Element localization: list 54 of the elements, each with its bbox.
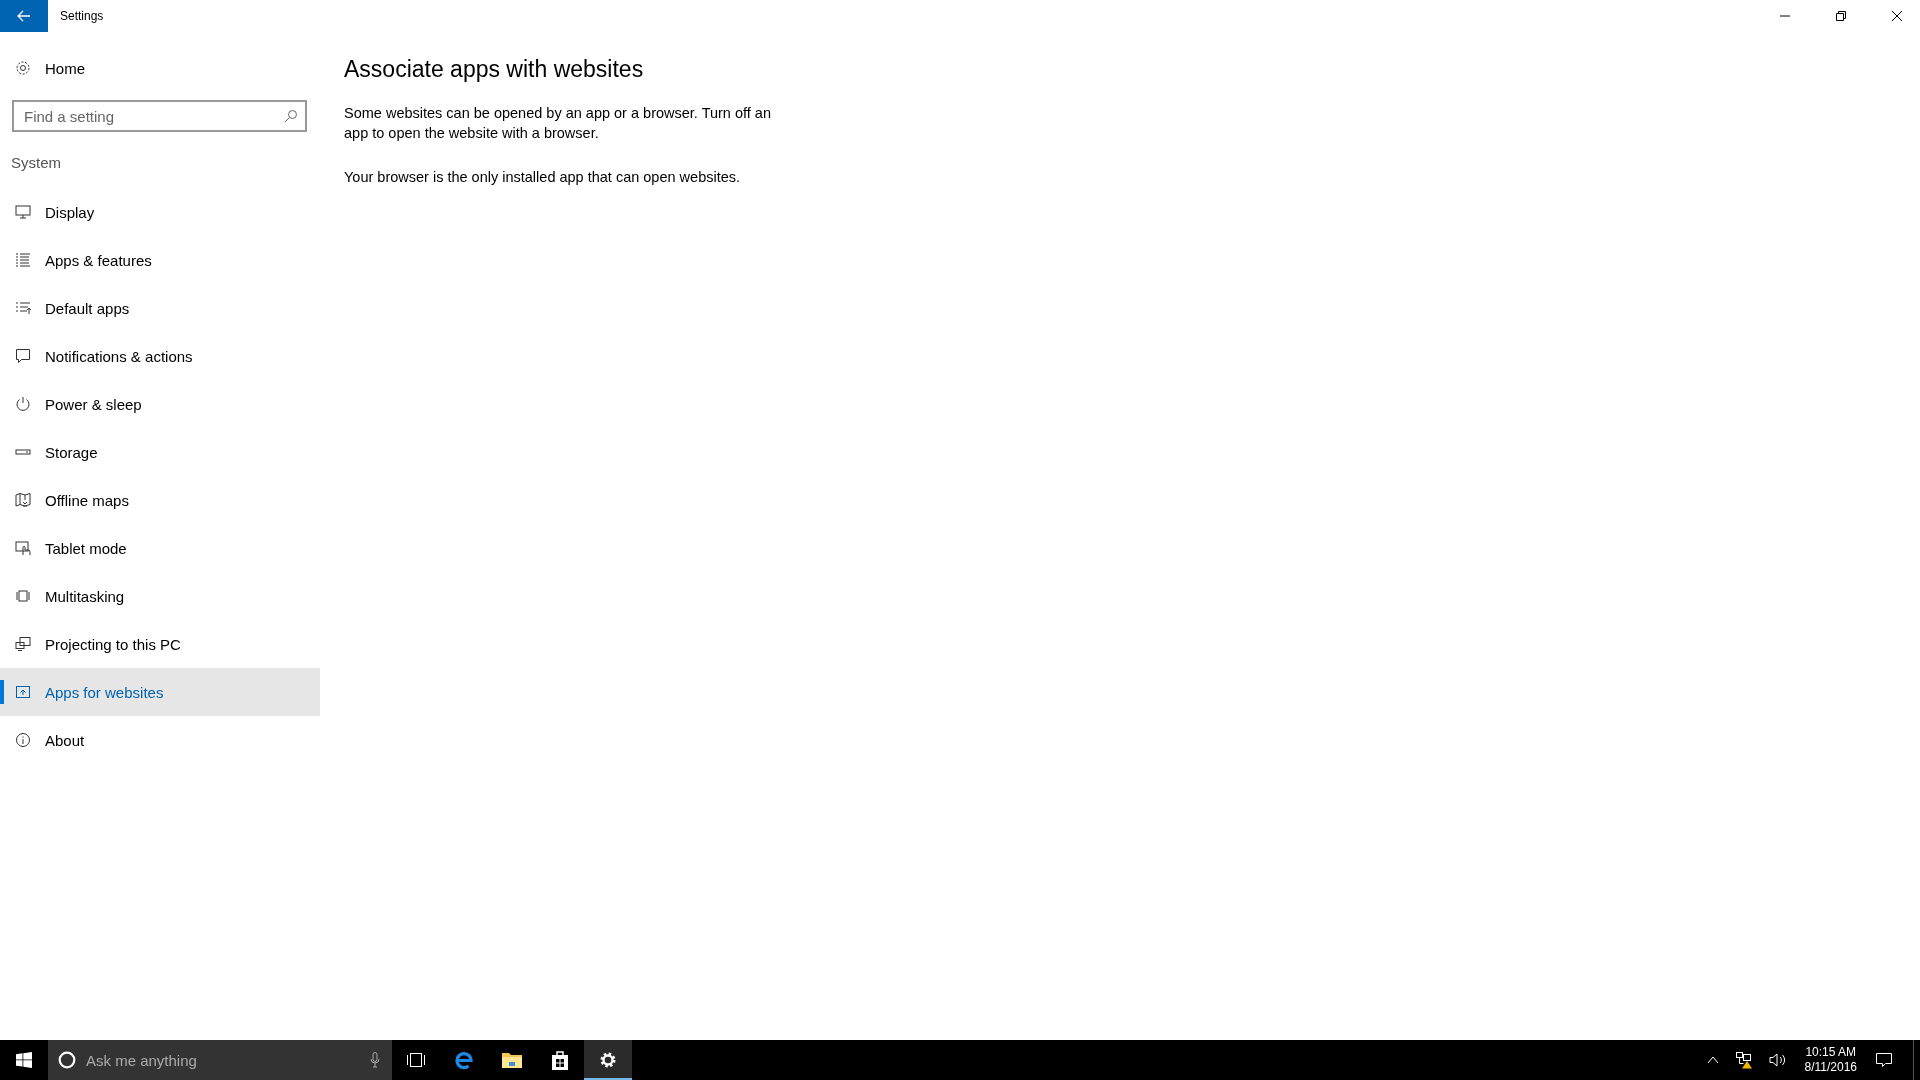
folder-icon	[502, 1052, 522, 1068]
speech-bubble-icon	[15, 348, 31, 364]
search-icon	[284, 109, 298, 123]
back-arrow-icon	[16, 8, 32, 24]
description-text: Some websites can be opened by an app or a browser. Turn off an app to open the website with a browser.	[344, 104, 772, 143]
nav-item[interactable]: Offline maps	[0, 476, 320, 524]
map-icon	[15, 492, 31, 508]
cortana-search-field[interactable]: Ask me anything	[48, 1040, 392, 1080]
nav-item[interactable]: Apps for websites	[0, 668, 320, 716]
search-input[interactable]: Ask me anything	[84, 1050, 362, 1070]
tablet-hand-icon	[15, 540, 31, 556]
microphone-icon[interactable]	[370, 1052, 380, 1068]
nav-item[interactable]: Storage	[0, 428, 320, 476]
nav-item[interactable]: Multitasking	[0, 572, 320, 620]
monitor-icon	[15, 204, 31, 220]
clock-time: 10:15 AM	[1805, 1045, 1857, 1060]
notification-icon[interactable]	[1875, 1051, 1893, 1069]
taskbar-button[interactable]	[584, 1040, 632, 1080]
upload-box-icon	[15, 684, 31, 700]
page-heading: Associate apps with websites	[344, 56, 645, 83]
list-icon	[15, 252, 31, 268]
task-view-icon	[406, 1052, 426, 1068]
restore-icon[interactable]	[1836, 11, 1846, 21]
window-stack-icon	[15, 588, 31, 604]
shopping-bag-icon	[551, 1050, 569, 1070]
clock-date: 8/11/2016	[1804, 1060, 1857, 1075]
circle-icon	[58, 1051, 76, 1069]
nav-item[interactable]: About	[0, 716, 320, 764]
gear-icon	[15, 60, 31, 76]
home-link[interactable]: Home	[45, 59, 85, 77]
nav-item[interactable]: Power & sleep	[0, 380, 320, 428]
nav-item[interactable]: Projecting to this PC	[0, 620, 320, 668]
windows-logo-icon	[16, 1052, 32, 1068]
screens-icon	[15, 636, 31, 652]
nav-item[interactable]: Notifications & actions	[0, 332, 320, 380]
power-icon	[15, 396, 31, 412]
nav-item[interactable]: Tablet mode	[0, 524, 320, 572]
close-icon[interactable]	[1892, 11, 1902, 21]
nav-item[interactable]: Default apps	[0, 284, 320, 332]
gear-icon	[599, 1051, 617, 1069]
list-arrow-icon	[15, 300, 31, 316]
clock[interactable]: 10:15 AM 8/11/2016	[1804, 1045, 1857, 1075]
nav-item[interactable]: Display	[0, 188, 320, 236]
browser-e-icon	[454, 1050, 474, 1070]
info-icon	[15, 732, 31, 748]
network-warning-icon[interactable]	[1734, 1051, 1753, 1069]
nav-item[interactable]: Apps & features	[0, 236, 320, 284]
search-field[interactable]: Find a setting	[12, 100, 307, 132]
chevron-up-icon[interactable]	[1706, 1056, 1719, 1064]
speaker-icon[interactable]	[1768, 1052, 1787, 1068]
window-title: Settings	[60, 9, 104, 23]
section-heading: System	[11, 154, 62, 171]
status-text: Your browser is the only installed app that can open websites.	[344, 168, 742, 187]
back-button[interactable]	[0, 0, 48, 32]
